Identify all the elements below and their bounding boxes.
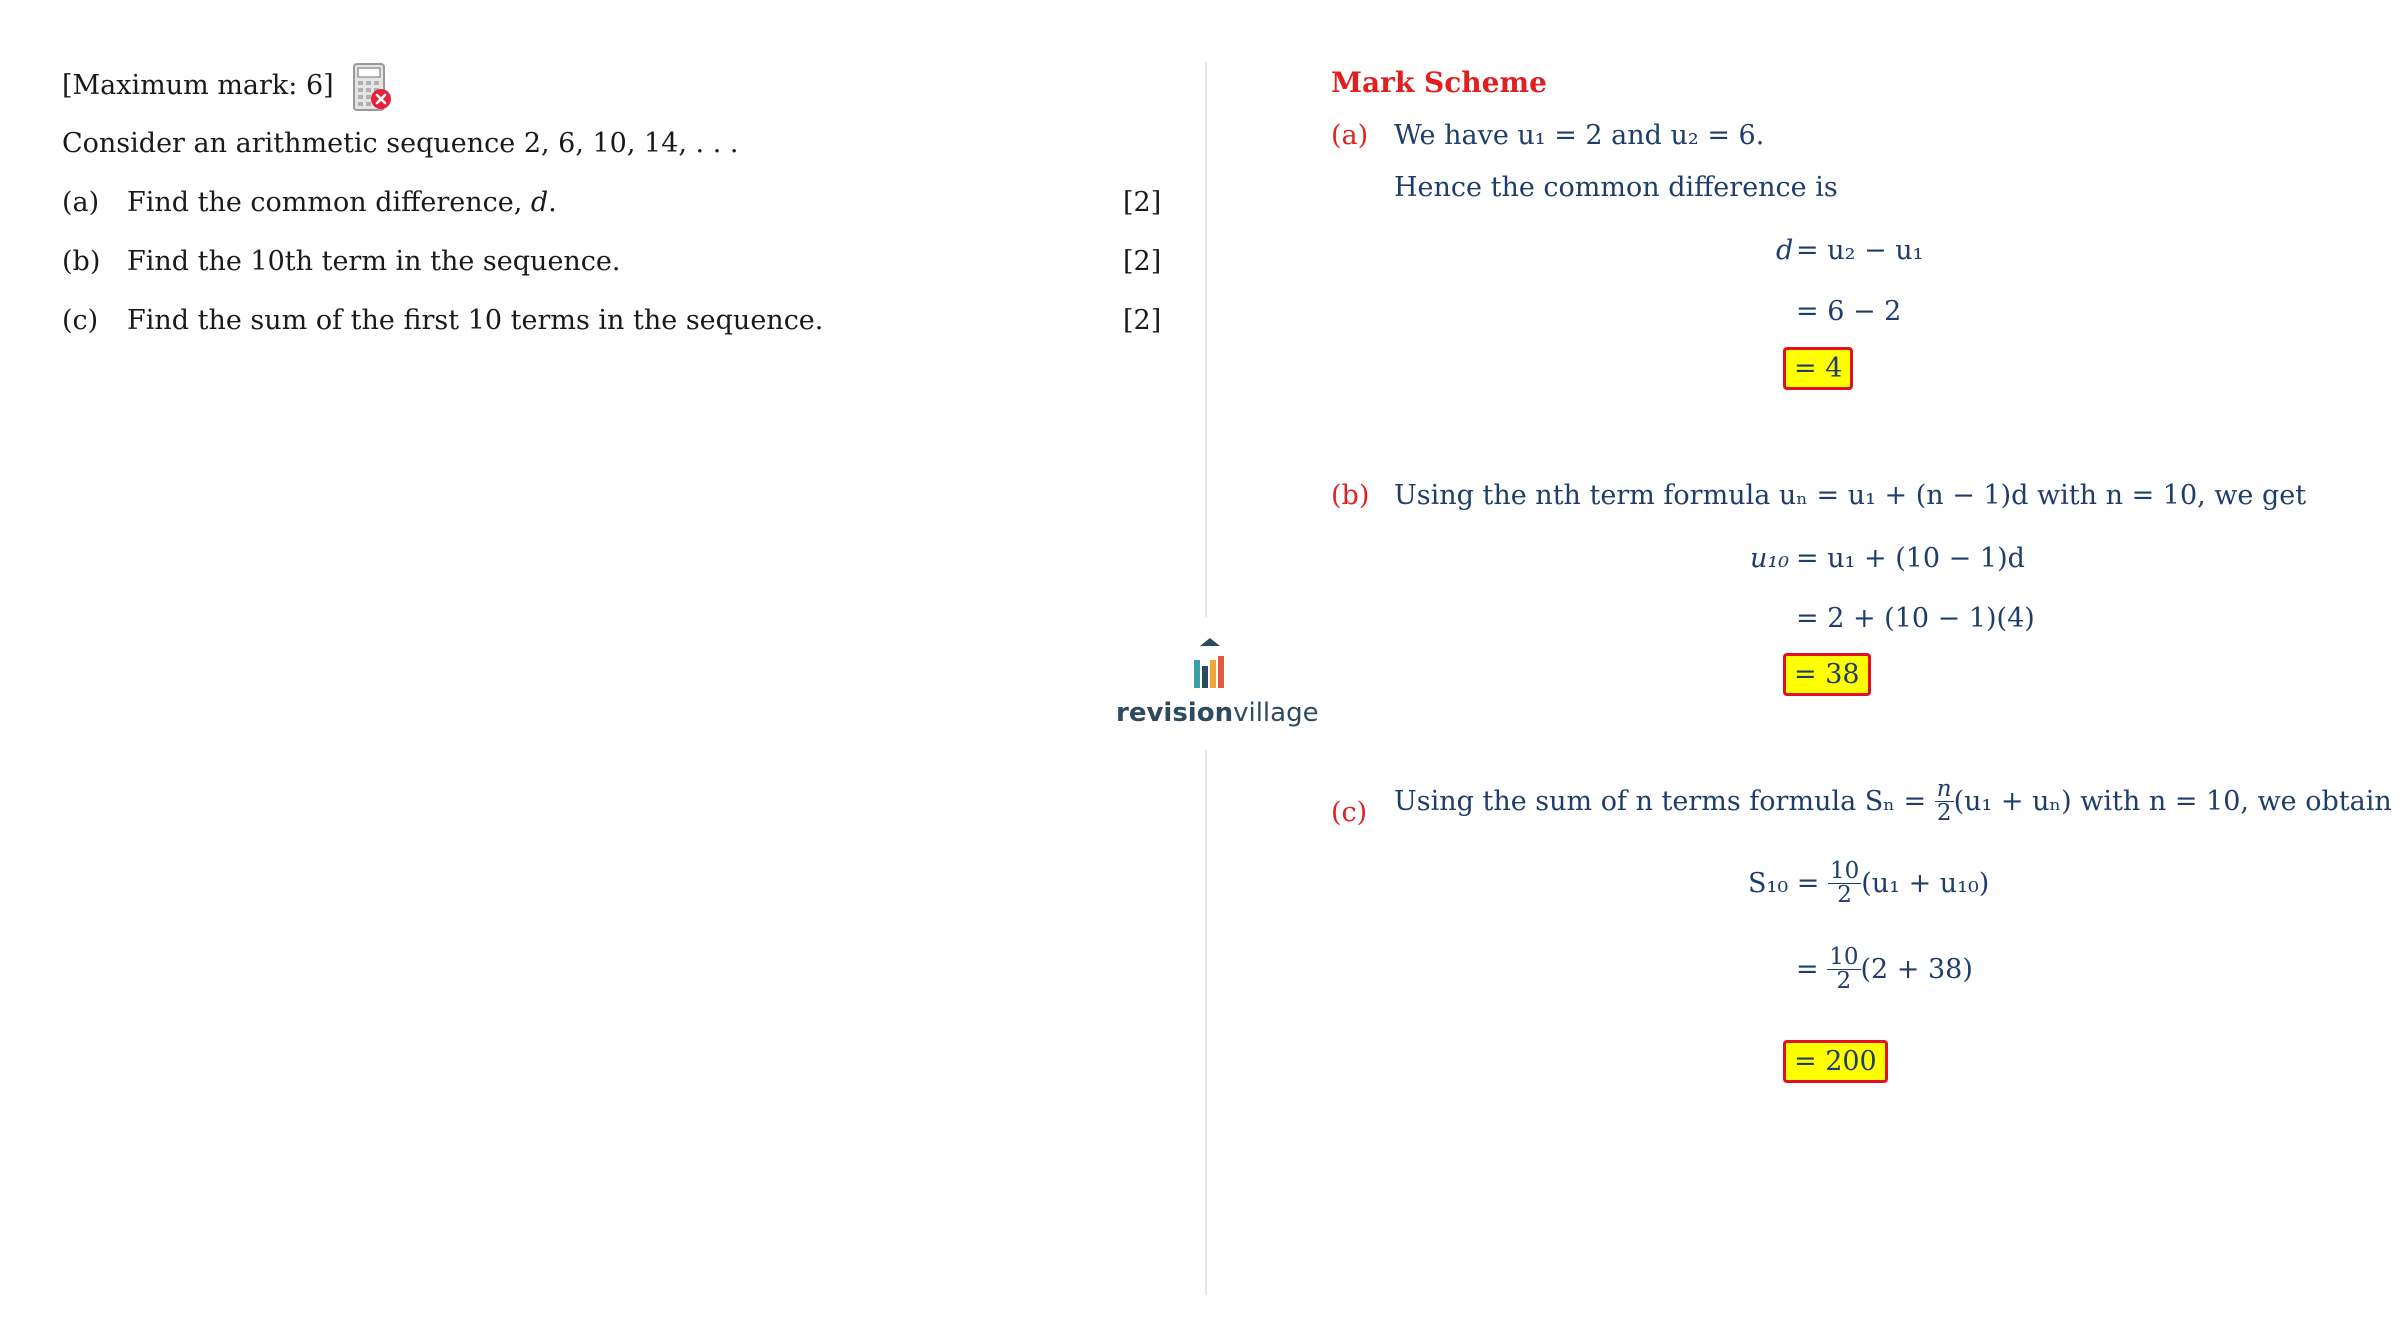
- ms-b-eq1: = u₁ + (10 − 1)d: [1796, 543, 2025, 574]
- revision-village-logo: revisionvillage: [1110, 636, 1319, 736]
- ms-a-label: (a): [1331, 120, 1369, 151]
- ms-b-eq-lhs: u₁₀: [1750, 543, 1790, 574]
- logo-text: revisionvillage: [1116, 698, 1319, 728]
- ms-a-line2: Hence the common difference is: [1394, 172, 1838, 203]
- ms-c-line1: Using the sum of n terms formula Sₙ = n2…: [1394, 776, 2392, 826]
- ms-b-label: (b): [1331, 480, 1370, 511]
- part-c-label: (c): [62, 305, 99, 336]
- ms-b-answer: = 38: [1783, 653, 1871, 696]
- divider-top: [1205, 62, 1207, 617]
- ms-a-line1: We have u₁ = 2 and u₂ = 6.: [1394, 120, 1765, 151]
- ms-a-eq2: = 6 − 2: [1796, 296, 1902, 327]
- revision-village-logo-icon: [1194, 638, 1224, 688]
- part-a-marks: [2]: [1123, 187, 1162, 218]
- part-a-label: (a): [62, 187, 100, 218]
- ms-c-eq2: = 10 2 (2 + 38): [1796, 944, 1973, 994]
- ms-a-answer: = 4: [1783, 347, 1854, 390]
- ms-b-line1: Using the nth term formula uₙ = u₁ + (n …: [1394, 480, 2307, 511]
- max-mark-label: [Maximum mark: 6]: [62, 70, 334, 101]
- divider-bottom: [1205, 750, 1207, 1295]
- part-c-text: Find the sum of the first 10 terms in th…: [127, 305, 824, 336]
- ms-c-label: (c): [1331, 797, 1368, 828]
- part-b-text: Find the 10th term in the sequence.: [127, 246, 621, 277]
- part-a-text: Find the common difference, d.: [127, 187, 557, 218]
- question-intro: Consider an arithmetic sequence 2, 6, 10…: [62, 128, 739, 159]
- part-b-label: (b): [62, 246, 101, 277]
- ms-a-eq-lhs: d: [1776, 235, 1794, 266]
- ms-c-eq1: S₁₀ = 10 2 (u₁ + u₁₀): [1748, 858, 1990, 908]
- mark-scheme-title: Mark Scheme: [1331, 66, 1547, 99]
- ms-b-eq2: = 2 + (10 − 1)(4): [1796, 603, 2035, 634]
- part-c-marks: [2]: [1123, 305, 1162, 336]
- ms-c-answer: = 200: [1783, 1040, 1888, 1083]
- ms-a-eq1: = u₂ − u₁: [1796, 235, 1924, 266]
- part-b-marks: [2]: [1123, 246, 1162, 277]
- calculator-not-allowed-icon: [352, 62, 392, 114]
